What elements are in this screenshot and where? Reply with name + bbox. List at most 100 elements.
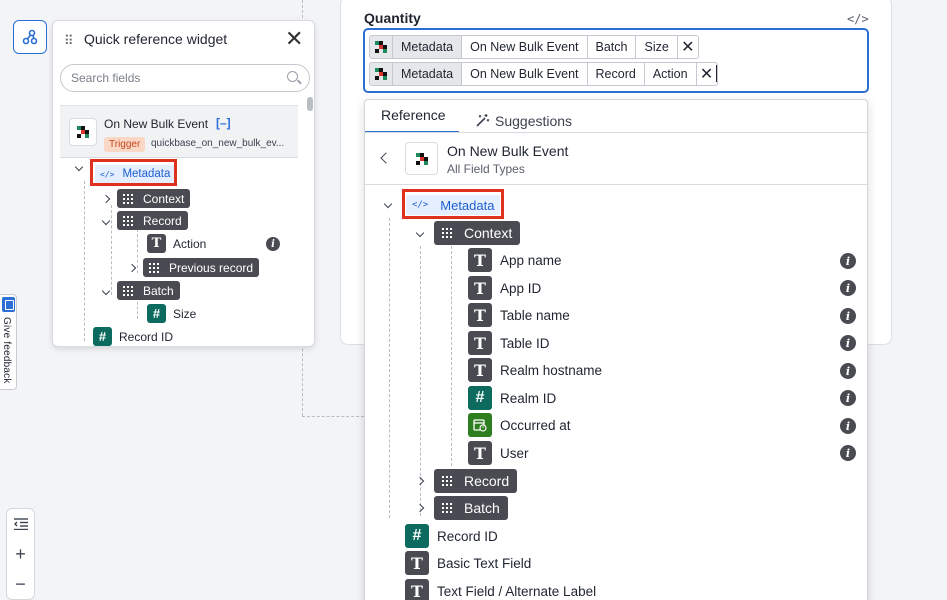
field-label: Table name: [500, 307, 570, 323]
context-tag[interactable]: Context: [434, 221, 521, 245]
text-icon: T: [405, 551, 429, 575]
field-label: Text Field / Alternate Label: [437, 583, 597, 599]
tab-reference[interactable]: Reference: [381, 107, 446, 134]
zoom-in-button[interactable]: +: [7, 539, 34, 569]
search-fields[interactable]: [60, 64, 310, 92]
pill-segment: On New Bulk Event: [461, 62, 588, 86]
chevron-right-icon[interactable]: [415, 476, 425, 486]
tree-item-batch[interactable]: Batch: [415, 496, 508, 520]
remove-pill-button[interactable]: ✕: [695, 62, 718, 86]
field-row[interactable]: T Basic Text Field: [405, 551, 531, 575]
tree-item-record[interactable]: Record: [415, 469, 518, 493]
back-chevron-icon[interactable]: [380, 152, 392, 164]
pill-segment: Size: [635, 35, 678, 59]
object-icon: [123, 193, 133, 204]
tree-item-context[interactable]: Context: [415, 221, 521, 245]
magic-wand-icon: [476, 114, 490, 127]
field-pill[interactable]: Metadata On New Bulk Event Batch Size ✕: [369, 35, 699, 59]
tree-guide: [84, 181, 85, 341]
highlight-box: [402, 189, 504, 219]
tree-item-context[interactable]: Context: [101, 189, 191, 208]
flow-view-button[interactable]: [13, 20, 47, 54]
zoom-out-button[interactable]: −: [7, 569, 34, 599]
collapse-all-icon[interactable]: [–]: [216, 116, 231, 130]
chevron-down-icon[interactable]: [101, 286, 111, 295]
info-icon[interactable]: i: [840, 308, 856, 324]
field-row[interactable]: T App name: [468, 248, 562, 272]
record-tag[interactable]: Record: [434, 469, 518, 493]
pill-segment: Metadata: [392, 35, 463, 59]
field-row[interactable]: Occurred at: [468, 413, 571, 437]
info-icon[interactable]: i: [840, 445, 856, 461]
info-icon[interactable]: i: [840, 253, 856, 269]
chevron-right-icon[interactable]: [127, 263, 137, 272]
search-input[interactable]: [71, 71, 271, 85]
field-row[interactable]: # Realm ID: [468, 386, 556, 410]
give-feedback-button[interactable]: Give feedback: [0, 294, 17, 390]
widget-title: Quick reference widget: [84, 31, 228, 47]
field-row[interactable]: T Table ID: [468, 331, 550, 355]
number-icon: #: [93, 327, 112, 346]
collapse-panel-button[interactable]: [7, 509, 34, 539]
scrollbar-thumb[interactable]: [307, 97, 313, 111]
code-view-icon[interactable]: </>: [847, 12, 869, 26]
field-row[interactable]: T Text Field / Alternate Label: [405, 579, 596, 600]
field-row[interactable]: T App ID: [468, 276, 541, 300]
trigger-card: On New Bulk Event [–] Trigger quickbase_…: [60, 105, 298, 158]
chevron-right-icon[interactable]: [101, 194, 111, 203]
field-row[interactable]: T Realm hostname: [468, 358, 602, 382]
context-tag[interactable]: Context: [117, 189, 191, 208]
tree-item-record-id[interactable]: # Record ID: [93, 327, 173, 346]
tree-item-record[interactable]: Record: [101, 211, 188, 230]
remove-pill-button[interactable]: ✕: [676, 35, 699, 59]
number-icon: #: [468, 386, 492, 410]
field-row[interactable]: T User: [468, 441, 529, 465]
info-icon[interactable]: i: [840, 418, 856, 434]
source-title: On New Bulk Event: [447, 143, 569, 159]
previous-record-tag[interactable]: Previous record: [143, 258, 260, 277]
info-icon[interactable]: i: [840, 280, 856, 296]
feedback-icon: [2, 297, 15, 312]
info-icon[interactable]: i: [840, 363, 856, 379]
tree-guide: [451, 246, 452, 466]
quantity-label: Quantity: [364, 10, 421, 26]
tree-item-metadata[interactable]: [74, 162, 84, 172]
tree-item-previous-record[interactable]: Previous record: [127, 258, 260, 277]
text-icon: T: [468, 331, 492, 355]
field-row[interactable]: T Table name: [468, 303, 570, 327]
text-icon: T: [468, 441, 492, 465]
tab-divider: [365, 132, 867, 133]
pill-segment: Action: [643, 62, 697, 86]
context-label: Context: [464, 225, 513, 241]
close-widget-button[interactable]: ✕: [285, 28, 303, 50]
info-icon[interactable]: i: [840, 335, 856, 351]
drag-handle-icon[interactable]: ⠿: [64, 33, 73, 49]
chevron-down-icon[interactable]: [383, 199, 393, 209]
source-subtitle: All Field Types: [447, 162, 525, 176]
field-row[interactable]: # Record ID: [405, 524, 498, 548]
text-icon: T: [468, 276, 492, 300]
tree-item-batch[interactable]: Batch: [101, 281, 180, 300]
chevron-down-icon[interactable]: [74, 162, 84, 172]
tree-item-action[interactable]: T Action: [147, 234, 206, 253]
tree-item-metadata[interactable]: [383, 199, 393, 209]
record-tag[interactable]: Record: [117, 211, 188, 230]
pill-segment: Batch: [586, 35, 637, 59]
chevron-down-icon[interactable]: [415, 228, 425, 238]
batch-tag[interactable]: Batch: [117, 281, 180, 300]
tab-suggestions[interactable]: Suggestions: [475, 107, 572, 134]
chevron-down-icon[interactable]: [101, 216, 111, 225]
batch-label: Batch: [464, 500, 500, 516]
text-caret: [716, 65, 717, 82]
info-icon[interactable]: i: [266, 237, 280, 251]
object-icon: [123, 285, 133, 296]
field-pill[interactable]: Metadata On New Bulk Event Record Action…: [369, 62, 718, 86]
text-icon: T: [468, 358, 492, 382]
flow-icon: [22, 29, 38, 45]
chevron-right-icon[interactable]: [415, 503, 425, 513]
batch-tag[interactable]: Batch: [434, 496, 508, 520]
field-label: Occurred at: [500, 417, 571, 433]
trigger-name: On New Bulk Event: [104, 117, 209, 131]
info-icon[interactable]: i: [840, 390, 856, 406]
tree-item-size[interactable]: # Size: [147, 304, 196, 323]
